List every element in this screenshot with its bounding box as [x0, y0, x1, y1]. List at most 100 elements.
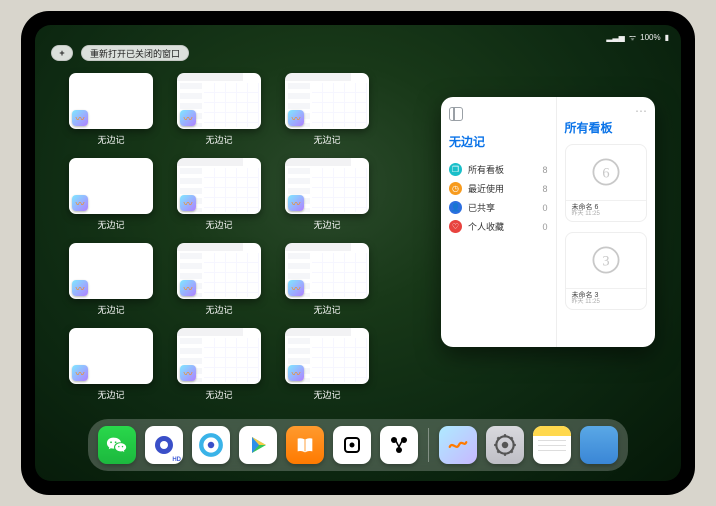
app-switcher-grid: 〰无边记〰无边记〰无边记〰无边记〰无边记〰无边记〰无边记〰无边记〰无边记〰无边记… — [69, 73, 439, 401]
panel-title: 无边记 — [449, 133, 548, 150]
app-switcher-window[interactable]: 〰无边记 — [177, 73, 261, 146]
category-count: 0 — [543, 222, 548, 232]
dock-divider — [428, 428, 429, 462]
sidebar-category-个人收藏[interactable]: ♡ 个人收藏 0 — [449, 217, 548, 236]
freeform-panel[interactable]: 无边记 ❐ 所有看板 8 ◷ 最近使用 8 👤 已共享 0 ♡ 个人收藏 0 ⋯ 所有看板 6 未命名 … — [441, 97, 655, 347]
app-switcher-window[interactable]: 〰无边记 — [69, 328, 153, 401]
freeform-app-icon: 〰 — [72, 195, 88, 211]
freeform-app-icon: 〰 — [180, 365, 196, 381]
category-icon: 👤 — [449, 201, 462, 214]
window-thumbnail[interactable]: 〰 — [177, 328, 261, 384]
window-thumbnail[interactable]: 〰 — [177, 73, 261, 129]
panel-content: ⋯ 所有看板 6 未命名 6昨天 11:25 3 未命名 3昨天 11:25 — [557, 97, 655, 347]
freeform-app-icon: 〰 — [72, 365, 88, 381]
freeform-app-icon: 〰 — [72, 110, 88, 126]
sidebar-category-最近使用[interactable]: ◷ 最近使用 8 — [449, 179, 548, 198]
window-thumbnail[interactable]: 〰 — [285, 243, 369, 299]
sidebar-category-所有看板[interactable]: ❐ 所有看板 8 — [449, 160, 548, 179]
board-meta: 未命名 3昨天 11:25 — [566, 288, 646, 309]
app-switcher-window[interactable]: 〰无边记 — [285, 243, 369, 316]
reopen-closed-window-button[interactable]: 重新打开已关闭的窗口 — [81, 45, 189, 61]
window-label: 无边记 — [97, 133, 124, 146]
freeform-app-icon: 〰 — [288, 110, 304, 126]
app-switcher-window[interactable]: 〰无边记 — [69, 243, 153, 316]
board-card[interactable]: 6 未命名 6昨天 11:25 — [565, 144, 647, 222]
window-thumbnail[interactable]: 〰 — [69, 158, 153, 214]
more-icon[interactable]: ⋯ — [635, 107, 647, 115]
dock-app-quark[interactable] — [192, 426, 230, 464]
app-switcher-window[interactable]: 〰无边记 — [69, 73, 153, 146]
board-preview: 3 — [566, 233, 646, 288]
board-card[interactable]: 3 未命名 3昨天 11:25 — [565, 232, 647, 310]
app-switcher-window[interactable]: 〰无边记 — [285, 158, 369, 231]
window-thumbnail[interactable]: 〰 — [69, 243, 153, 299]
category-label: 所有看板 — [468, 163, 504, 176]
sidebar-category-已共享[interactable]: 👤 已共享 0 — [449, 198, 548, 217]
dock-app-dice[interactable] — [333, 426, 371, 464]
dock-app-freeform[interactable] — [439, 426, 477, 464]
app-switcher-window[interactable]: 〰无边记 — [177, 243, 261, 316]
window-thumbnail[interactable]: 〰 — [177, 158, 261, 214]
window-label: 无边记 — [313, 388, 340, 401]
category-icon: ❐ — [449, 163, 462, 176]
wifi-icon: ᯤ — [629, 32, 636, 43]
freeform-app-icon: 〰 — [288, 365, 304, 381]
window-label: 无边记 — [97, 218, 124, 231]
window-label: 无边记 — [205, 388, 232, 401]
dock-app-play[interactable] — [239, 426, 277, 464]
freeform-app-icon: 〰 — [180, 110, 196, 126]
svg-text:6: 6 — [602, 166, 609, 182]
dock-app-quark-hd[interactable]: HD — [145, 426, 183, 464]
window-label: 无边记 — [205, 218, 232, 231]
app-switcher-window[interactable]: 〰无边记 — [285, 73, 369, 146]
svg-text:3: 3 — [602, 254, 609, 270]
window-label: 无边记 — [97, 388, 124, 401]
dock-app-settings[interactable] — [486, 426, 524, 464]
dock-app-nodes[interactable] — [380, 426, 418, 464]
app-switcher-window[interactable]: 〰无边记 — [177, 158, 261, 231]
window-thumbnail[interactable]: 〰 — [69, 73, 153, 129]
category-icon: ◷ — [449, 182, 462, 195]
window-label: 无边记 — [313, 218, 340, 231]
battery-icon: ▮ — [665, 33, 669, 42]
category-count: 0 — [543, 203, 548, 213]
dock: HD — [88, 419, 628, 471]
battery-percent: 100% — [640, 33, 660, 42]
window-label: 无边记 — [313, 133, 340, 146]
freeform-app-icon: 〰 — [288, 195, 304, 211]
app-switcher-window[interactable]: 〰无边记 — [177, 328, 261, 401]
window-thumbnail[interactable]: 〰 — [285, 328, 369, 384]
freeform-app-icon: 〰 — [180, 195, 196, 211]
panel-right-title: 所有看板 — [565, 119, 647, 136]
app-switcher-window[interactable]: 〰无边记 — [69, 158, 153, 231]
new-window-button[interactable]: + — [51, 45, 73, 61]
window-label: 无边记 — [313, 303, 340, 316]
dock-app-wechat[interactable] — [98, 426, 136, 464]
category-label: 最近使用 — [468, 182, 504, 195]
top-controls: + 重新打开已关闭的窗口 — [51, 45, 189, 61]
signal-icon: ▂▃▅ — [606, 33, 624, 42]
window-thumbnail[interactable]: 〰 — [285, 73, 369, 129]
category-count: 8 — [543, 165, 548, 175]
status-bar: ▂▃▅ ᯤ 100% ▮ — [35, 30, 681, 44]
category-label: 个人收藏 — [468, 220, 504, 233]
dock-app-books[interactable] — [286, 426, 324, 464]
ipad-frame: ▂▃▅ ᯤ 100% ▮ + 重新打开已关闭的窗口 〰无边记〰无边记〰无边记〰无… — [21, 11, 695, 495]
window-label: 无边记 — [205, 303, 232, 316]
window-thumbnail[interactable]: 〰 — [69, 328, 153, 384]
category-label: 已共享 — [468, 201, 495, 214]
sidebar-toggle-icon[interactable] — [449, 107, 463, 121]
panel-sidebar: 无边记 ❐ 所有看板 8 ◷ 最近使用 8 👤 已共享 0 ♡ 个人收藏 0 — [441, 97, 557, 347]
board-meta: 未命名 6昨天 11:25 — [566, 200, 646, 221]
freeform-app-icon: 〰 — [180, 280, 196, 296]
window-thumbnail[interactable]: 〰 — [177, 243, 261, 299]
category-count: 8 — [543, 184, 548, 194]
app-switcher-window[interactable]: 〰无边记 — [285, 328, 369, 401]
ipad-screen: ▂▃▅ ᯤ 100% ▮ + 重新打开已关闭的窗口 〰无边记〰无边记〰无边记〰无… — [35, 25, 681, 481]
board-preview: 6 — [566, 145, 646, 200]
window-label: 无边记 — [97, 303, 124, 316]
window-thumbnail[interactable]: 〰 — [285, 158, 369, 214]
dock-app-notes[interactable] — [533, 426, 571, 464]
dock-app-app-library[interactable] — [580, 426, 618, 464]
category-icon: ♡ — [449, 220, 462, 233]
